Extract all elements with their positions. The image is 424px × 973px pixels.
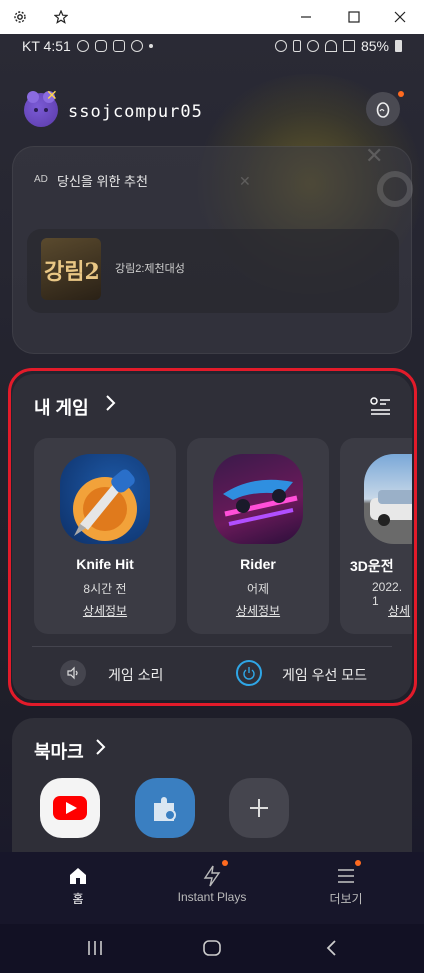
game-details-link[interactable]: 상세정보	[34, 602, 176, 619]
add-bookmark-button[interactable]	[229, 778, 289, 838]
recommended-game-name: 강림2:제천대성	[115, 263, 185, 275]
alarm-icon	[274, 40, 287, 52]
plus-icon	[250, 799, 268, 817]
youtube-icon[interactable]	[40, 778, 100, 838]
game-thumbnail-text: 강림2	[44, 259, 100, 285]
egg-icon	[376, 102, 390, 118]
system-navigation-bar	[0, 924, 424, 973]
avatar[interactable]: ✕	[24, 87, 58, 127]
game-last-played: 8시간 전	[83, 582, 127, 596]
more-notifications-dot	[148, 44, 153, 48]
recent-apps-button[interactable]	[80, 936, 110, 960]
game-tile-knife-hit[interactable]: Knife Hit 8시간 전 상세정보	[34, 438, 176, 634]
game-name: Rider	[240, 556, 276, 572]
nav-home-label: 홈	[72, 892, 84, 906]
game-last-played: 어제	[246, 582, 270, 596]
home-icon	[70, 868, 86, 884]
home-button[interactable]	[197, 936, 227, 960]
nav-home[interactable]: 홈	[18, 862, 138, 907]
speaker-icon[interactable]	[60, 660, 86, 686]
game-sound-toggle[interactable]: 게임 소리	[108, 665, 163, 685]
recommendation-title: 당신을 위한 추천	[57, 174, 148, 189]
game-name: 3D운전	[350, 558, 394, 574]
menu-icon	[338, 869, 354, 883]
decoration-x: ✕	[365, 143, 384, 168]
nav-instant-plays[interactable]: Instant Plays	[152, 862, 272, 904]
pill-icon	[130, 40, 143, 52]
notification-dot	[398, 91, 404, 97]
decoration-circle	[377, 171, 413, 207]
power-icon[interactable]	[236, 660, 262, 686]
game-name: Knife Hit	[76, 556, 134, 572]
game-tile-3d-driving[interactable]: 3D운전 2022. 1 상세	[340, 438, 412, 634]
phone-screen: KT 4:51 85% ✕ ssojcompur05 ✕ ✕ AD 당신을 위한…	[0, 34, 424, 973]
recommended-game-item[interactable]: 강림2 강림2:제천대성	[27, 229, 399, 313]
driving-game-icon	[364, 454, 412, 544]
game-tile-rider[interactable]: Rider 어제 상세정보	[187, 438, 329, 634]
notification-dot	[355, 860, 361, 866]
decoration-x: ✕	[239, 173, 251, 189]
status-icon	[76, 40, 89, 52]
egg-button[interactable]	[366, 92, 400, 126]
settings-icon[interactable]	[8, 5, 32, 29]
back-button[interactable]	[316, 936, 346, 960]
nav-more[interactable]: 더보기	[286, 862, 406, 907]
rider-icon	[213, 454, 303, 544]
bookmarks-title[interactable]: 북마크	[34, 738, 84, 764]
signal-icon	[342, 40, 355, 52]
maximize-button[interactable]	[342, 5, 366, 29]
list-view-icon[interactable]	[368, 396, 392, 416]
nav-instant-plays-label: Instant Plays	[177, 890, 247, 904]
bluetooth-icon	[292, 40, 301, 52]
divider	[32, 646, 392, 647]
talk-icon	[94, 40, 107, 52]
notification-dot	[222, 860, 228, 866]
game-priority-mode-toggle[interactable]: 게임 우선 모드	[282, 665, 367, 685]
instagram-icon	[112, 40, 125, 52]
pin-star-icon[interactable]	[49, 5, 73, 29]
game-thumbnail: 강림2	[41, 238, 101, 300]
knife-hit-icon	[60, 454, 150, 544]
chevron-right-icon[interactable]	[94, 738, 106, 761]
game-plugins-icon[interactable]	[135, 778, 195, 838]
bottom-navigation: 홈 Instant Plays 더보기	[0, 852, 424, 924]
chevron-right-icon[interactable]	[104, 394, 116, 417]
minimize-button[interactable]	[294, 5, 318, 29]
battery-icon	[395, 40, 402, 52]
window-title-bar	[0, 0, 424, 34]
game-details-link[interactable]: 상세정보	[187, 602, 329, 619]
carrier-time: KT 4:51	[22, 38, 71, 54]
wifi-icon	[324, 40, 337, 52]
my-games-title[interactable]: 내 게임	[34, 394, 89, 420]
nav-more-label: 더보기	[329, 892, 363, 906]
close-button[interactable]	[388, 5, 412, 29]
battery-level: 85%	[360, 38, 389, 54]
mute-icon	[306, 40, 319, 52]
ad-badge: AD	[34, 174, 48, 185]
status-bar: KT 4:51 85%	[0, 34, 424, 60]
game-details-link[interactable]: 상세	[388, 602, 410, 619]
my-games-card: 내 게임 Knife Hit 8시간 전 상세정보 Rider 어제 상세정보 …	[12, 374, 412, 700]
username: ssojcompur05	[68, 102, 203, 122]
recommendation-card: ✕ ✕ AD 당신을 위한 추천 강림2 강림2:제천대성	[12, 143, 413, 354]
lightning-icon	[203, 865, 221, 887]
